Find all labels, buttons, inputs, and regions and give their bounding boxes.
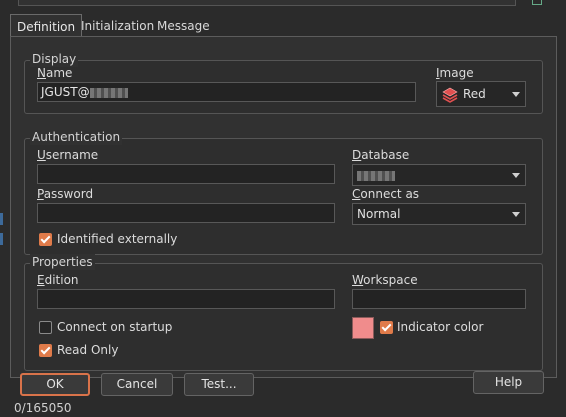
display-group: Display Name JGUST@ Image Red (24, 51, 543, 114)
ok-button-label: OK (46, 377, 64, 391)
test-button-label: Test... (201, 377, 237, 391)
name-value: JGUST@ (41, 85, 90, 99)
connect-as-select[interactable]: Normal (352, 203, 526, 225)
status-bar: 0/165050 (0, 397, 566, 417)
image-value: Red (463, 87, 486, 101)
connect-as-value: Normal (357, 207, 401, 221)
database-label: Database (352, 148, 410, 162)
help-button[interactable]: Help (473, 371, 544, 394)
username-label: Username (37, 148, 99, 162)
edition-label: Edition (37, 273, 79, 287)
read-only-label[interactable]: Read Only (57, 343, 118, 357)
tab-initialization[interactable]: Initialization (75, 17, 160, 36)
connect-on-startup-label[interactable]: Connect on startup (57, 320, 172, 334)
help-button-label: Help (494, 375, 523, 389)
workspace-field[interactable] (352, 289, 526, 309)
background-panel-edge (18, 0, 516, 6)
redacted-text (357, 170, 395, 181)
display-legend: Display (30, 51, 79, 67)
layers-icon (442, 87, 458, 111)
authentication-group: Authentication Username Password Databas… (24, 129, 543, 255)
name-label: Name (37, 66, 73, 80)
ok-button[interactable]: OK (20, 373, 90, 396)
indicator-color-swatch[interactable] (352, 317, 374, 339)
identified-externally-checkbox[interactable] (39, 233, 52, 246)
properties-group: Properties Edition Workspace Connect on … (24, 254, 543, 371)
read-only-checkbox[interactable] (39, 344, 52, 357)
definition-panel: Display Name JGUST@ Image Red Authentica… (10, 36, 557, 378)
status-text: 0/165050 (14, 401, 72, 415)
image-select[interactable]: Red (436, 81, 526, 107)
cancel-button[interactable]: Cancel (101, 373, 173, 396)
chevron-down-icon[interactable] (512, 173, 520, 178)
name-field[interactable]: JGUST@ (37, 82, 416, 102)
connect-on-startup-checkbox[interactable] (39, 321, 52, 334)
edition-field[interactable] (37, 289, 335, 309)
workspace-label: Workspace (352, 273, 418, 287)
cancel-button-label: Cancel (116, 377, 158, 391)
username-field[interactable] (37, 164, 335, 184)
connect-as-label: Connect as (352, 187, 420, 201)
tab-definition[interactable]: Definition (10, 14, 83, 38)
chevron-down-icon[interactable] (512, 92, 520, 97)
background-marker (532, 0, 542, 5)
properties-legend: Properties (30, 254, 95, 270)
redacted-text (89, 87, 128, 98)
password-field[interactable] (37, 203, 335, 223)
indicator-color-checkbox[interactable] (380, 321, 393, 334)
logon-dialog: Definition Initialization Message Displa… (0, 14, 566, 417)
password-label: Password (37, 187, 94, 201)
database-select[interactable] (352, 164, 526, 186)
image-label: Image (436, 66, 474, 80)
tab-message[interactable]: Message (151, 17, 216, 36)
identified-externally-label[interactable]: Identified externally (57, 232, 177, 246)
chevron-down-icon[interactable] (512, 212, 520, 217)
test-button[interactable]: Test... (184, 373, 254, 396)
authentication-legend: Authentication (30, 129, 123, 145)
indicator-color-label[interactable]: Indicator color (397, 320, 483, 334)
